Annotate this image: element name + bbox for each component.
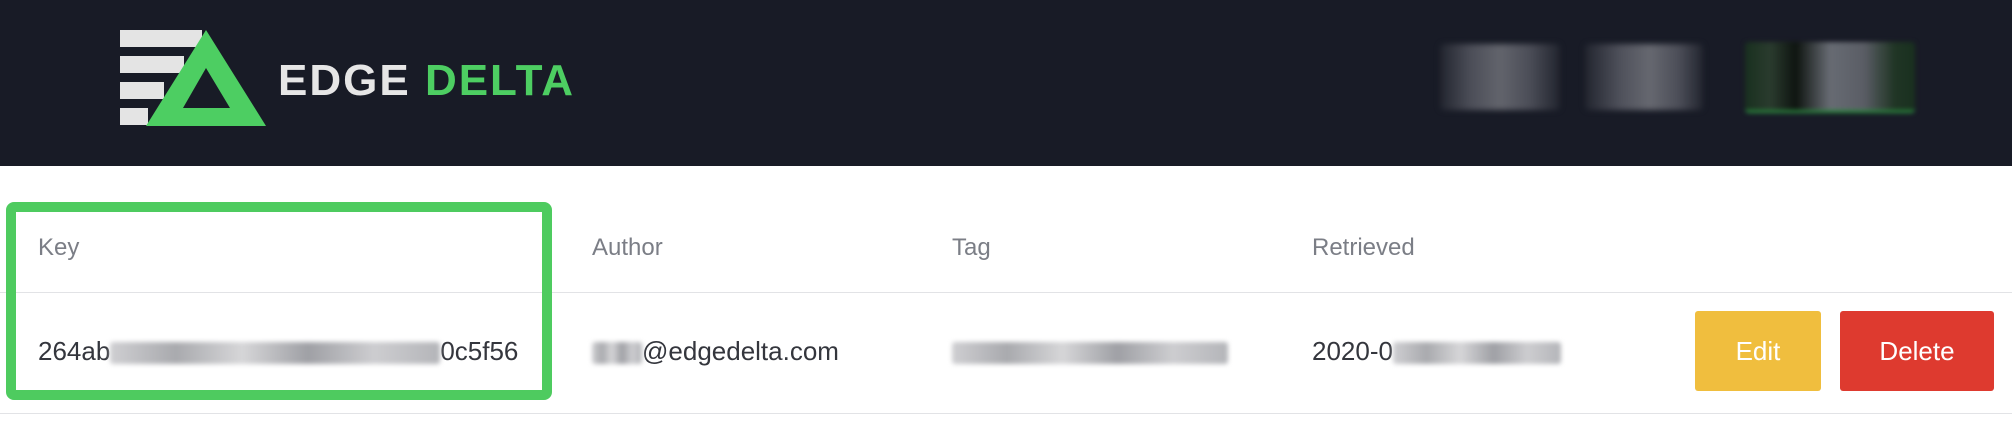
nav-item-redacted-1[interactable] <box>1440 44 1560 110</box>
author-email-domain: @edgedelta.com <box>642 336 839 366</box>
column-header-key: Key <box>38 234 80 261</box>
brand-name-delta: DELTA <box>424 56 576 105</box>
tag-cell <box>952 336 1228 367</box>
author-redacted <box>592 342 642 365</box>
nav-item-redacted-active[interactable] <box>1745 42 1915 113</box>
tag-redacted <box>952 342 1228 365</box>
edge-delta-logo-icon <box>120 30 266 126</box>
brand-logo[interactable]: EDGE DELTA <box>120 30 575 126</box>
key-value-start: 264ab <box>38 336 111 366</box>
nav-item-redacted-2[interactable] <box>1585 44 1703 110</box>
brand-name-edge: EDGE <box>278 56 411 105</box>
keys-table: Key Author Tag Retrieved 264ab 0c5f56 @ed… <box>0 196 2012 430</box>
author-cell: @edgedelta.com <box>592 336 839 367</box>
retrieved-date-start: 2020-0 <box>1312 336 1393 366</box>
delete-button[interactable]: Delete <box>1840 311 1994 391</box>
retrieved-redacted <box>1392 342 1561 365</box>
retrieved-cell: 2020-0 <box>1312 336 1561 367</box>
column-header-retrieved: Retrieved <box>1312 234 1415 261</box>
table-header-row: Key Author Tag Retrieved <box>0 196 2012 293</box>
table-row: 264ab 0c5f56 @edgedelta.com 2020-0 Edit D… <box>0 293 2012 414</box>
brand-name: EDGE DELTA <box>278 59 575 103</box>
key-value-redacted <box>110 342 441 365</box>
key-value-end: 0c5f56 <box>440 336 519 366</box>
edit-button[interactable]: Edit <box>1695 311 1821 391</box>
column-header-tag: Tag <box>952 234 991 261</box>
top-navigation-bar: EDGE DELTA <box>0 0 2012 166</box>
key-cell: 264ab 0c5f56 <box>38 336 518 367</box>
column-header-author: Author <box>592 234 663 261</box>
